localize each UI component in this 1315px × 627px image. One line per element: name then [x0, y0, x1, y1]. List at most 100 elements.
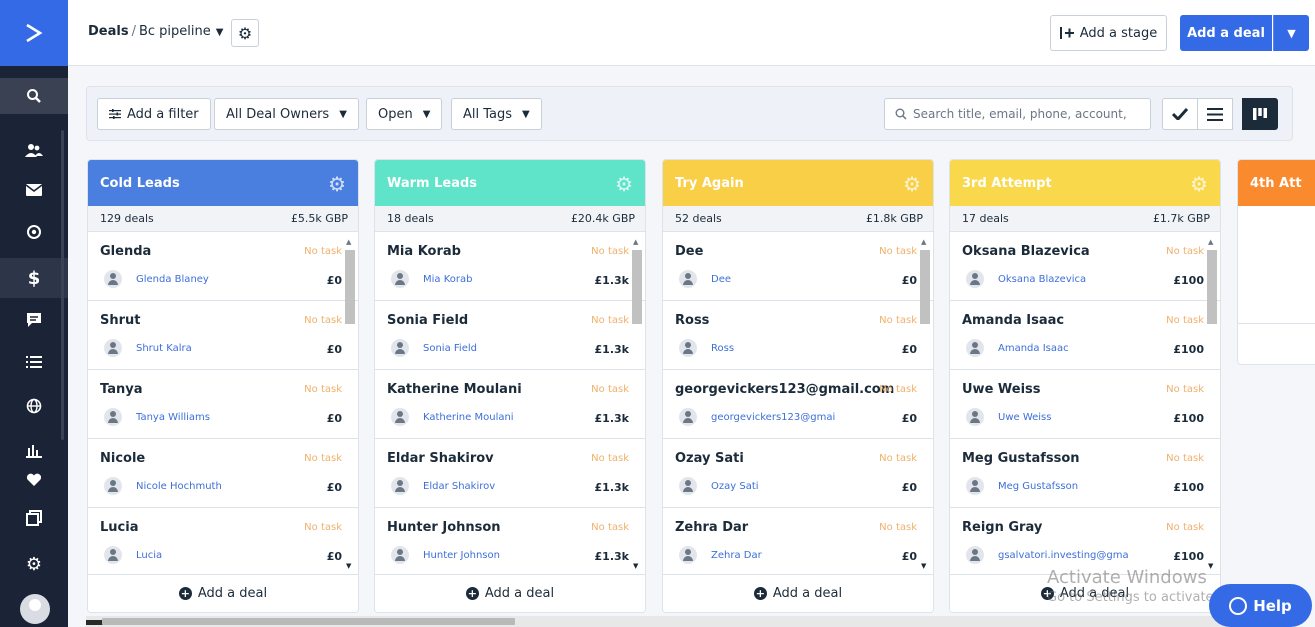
add-stage-button[interactable]: Add a stage — [1050, 15, 1167, 51]
scroll-down-arrow-icon[interactable]: ▼ — [633, 562, 638, 570]
contact-link[interactable]: Mia Korab — [423, 274, 472, 285]
scroll-up-arrow-icon[interactable]: ▲ — [346, 238, 351, 246]
contact-link[interactable]: Oksana Blazevica — [998, 274, 1086, 285]
deal-title[interactable]: Lucia — [100, 520, 138, 535]
column-gear-icon[interactable]: ⚙ — [903, 172, 921, 196]
deal-card[interactable]: Katherine Moulani No task Katherine Moulan… — [375, 370, 645, 439]
deal-card[interactable]: Zehra Dar No task Zehra Dar £0 — [663, 508, 933, 577]
scroll-thumb[interactable] — [102, 618, 515, 625]
task-status[interactable]: No task — [1166, 384, 1204, 395]
conversations-icon[interactable] — [0, 302, 68, 338]
deal-title[interactable]: Ross — [675, 313, 709, 328]
deal-card[interactable]: Uwe Weiss No task Uwe Weiss £100 — [950, 370, 1220, 439]
scroll-up-arrow-icon[interactable]: ▲ — [921, 238, 926, 246]
deal-card[interactable]: Tanya No task Tanya Williams £0 — [88, 370, 358, 439]
deal-title[interactable]: Sonia Field — [387, 313, 468, 328]
contact-link[interactable]: Uwe Weiss — [998, 412, 1051, 423]
search-icon[interactable] — [0, 78, 68, 114]
deal-title[interactable]: Shrut — [100, 313, 141, 328]
task-status[interactable]: No task — [879, 384, 917, 395]
deal-title[interactable]: Reign Gray — [962, 520, 1042, 535]
column-scrollbar[interactable]: ▲ ▼ — [920, 238, 930, 570]
contact-link[interactable]: Shrut Kalra — [136, 343, 192, 354]
column-title[interactable]: Cold Leads — [100, 176, 180, 191]
column-gear-icon[interactable]: ⚙ — [615, 172, 633, 196]
add-deal-footer-button[interactable]: + Add a deal — [663, 574, 933, 612]
heart-icon[interactable] — [0, 462, 68, 498]
task-status[interactable]: No task — [304, 522, 342, 533]
contact-link[interactable]: Nicole Hochmuth — [136, 481, 222, 492]
deal-card[interactable]: Dee No task Dee £0 — [663, 232, 933, 301]
contact-link[interactable]: Meg Gustafsson — [998, 481, 1078, 492]
view-list-button[interactable] — [1197, 98, 1233, 130]
deal-card[interactable]: Sonia Field No task Sonia Field £1.3k — [375, 301, 645, 370]
task-status[interactable]: No task — [879, 453, 917, 464]
envelope-icon[interactable] — [0, 172, 68, 208]
logo-chevron-icon[interactable] — [0, 0, 68, 66]
contact-link[interactable]: Dee — [711, 274, 731, 285]
deal-card[interactable]: Shrut No task Shrut Kalra £0 — [88, 301, 358, 370]
contact-link[interactable]: Hunter Johnson — [423, 550, 500, 561]
caret-down-icon[interactable]: ▼ — [216, 27, 224, 38]
add-filter-button[interactable]: Add a filter — [97, 98, 211, 130]
add-deal-dropdown-caret-icon[interactable]: ▼ — [1273, 15, 1309, 51]
deal-card[interactable]: Lucia No task Lucia £0 — [88, 508, 358, 577]
task-status[interactable]: No task — [304, 453, 342, 464]
tags-dropdown[interactable]: All Tags ▼ — [451, 98, 542, 130]
breadcrumb-deals[interactable]: Deals — [88, 24, 129, 39]
deal-card[interactable]: Eldar Shakirov No task Eldar Shakirov £1.3k — [375, 439, 645, 508]
deal-title[interactable]: Eldar Shakirov — [387, 451, 494, 466]
column-scrollbar[interactable]: ▲ ▼ — [632, 238, 642, 570]
contact-link[interactable]: Ozay Sati — [711, 481, 759, 492]
pipeline-settings-button[interactable]: ⚙ — [231, 19, 259, 47]
contact-link[interactable]: Lucia — [136, 550, 162, 561]
contact-link[interactable]: Zehra Dar — [711, 550, 762, 561]
deal-card[interactable]: Meg Gustafsson No task Meg Gustafsson £100 — [950, 439, 1220, 508]
scroll-thumb[interactable] — [632, 250, 642, 324]
settings-gear-icon[interactable]: ⚙ — [0, 546, 68, 582]
contact-link[interactable]: georgevickers123@gmai — [711, 412, 835, 423]
lists-icon[interactable] — [0, 344, 68, 380]
add-deal-footer-button[interactable]: + Add a deal — [375, 574, 645, 612]
deal-title[interactable]: Ozay Sati — [675, 451, 744, 466]
contact-link[interactable]: Amanda Isaac — [998, 343, 1069, 354]
task-status[interactable]: No task — [1166, 522, 1204, 533]
deals-dollar-icon[interactable]: $ — [0, 258, 68, 298]
deal-title[interactable]: Mia Korab — [387, 244, 461, 259]
scroll-down-arrow-icon[interactable]: ▼ — [921, 562, 926, 570]
column-gear-icon[interactable]: ⚙ — [328, 172, 346, 196]
task-status[interactable]: No task — [879, 315, 917, 326]
task-status[interactable]: No task — [591, 246, 629, 257]
task-status[interactable]: No task — [879, 246, 917, 257]
deal-title[interactable]: georgevickers123@gmail.com — [675, 382, 894, 397]
deal-title[interactable]: Uwe Weiss — [962, 382, 1041, 397]
scroll-up-arrow-icon[interactable]: ▲ — [1208, 238, 1213, 246]
column-gear-icon[interactable]: ⚙ — [1190, 172, 1208, 196]
deal-title[interactable]: Katherine Moulani — [387, 382, 522, 397]
deal-card[interactable]: Glenda No task Glenda Blaney £0 — [88, 232, 358, 301]
deal-card[interactable]: Hunter Johnson No task Hunter Johnson £1.3k — [375, 508, 645, 577]
view-kanban-button[interactable] — [1242, 98, 1278, 130]
board-horizontal-scrollbar[interactable] — [86, 616, 1293, 627]
deal-title[interactable]: Amanda Isaac — [962, 313, 1064, 328]
add-deal-footer-button[interactable]: + Add a deal — [88, 574, 358, 612]
scroll-up-arrow-icon[interactable]: ▲ — [633, 238, 638, 246]
scroll-down-arrow-icon[interactable]: ▼ — [346, 562, 351, 570]
view-checkmark-button[interactable] — [1162, 98, 1198, 130]
deal-card[interactable]: Ross No task Ross £0 — [663, 301, 933, 370]
task-status[interactable]: No task — [304, 384, 342, 395]
contacts-icon[interactable] — [0, 133, 68, 169]
column-title[interactable]: Try Again — [675, 176, 744, 191]
task-status[interactable]: No task — [304, 246, 342, 257]
column-scrollbar[interactable]: ▲ ▼ — [345, 238, 355, 570]
deal-title[interactable]: Hunter Johnson — [387, 520, 501, 535]
search-box[interactable] — [884, 98, 1151, 130]
contact-link[interactable]: Ross — [711, 343, 734, 354]
contact-link[interactable]: gsalvatori.investing@gma — [998, 550, 1129, 561]
task-status[interactable]: No task — [591, 315, 629, 326]
column-title[interactable]: 4th Att — [1250, 176, 1302, 191]
scroll-thumb[interactable] — [345, 250, 355, 324]
task-status[interactable]: No task — [304, 315, 342, 326]
globe-icon[interactable] — [0, 388, 68, 424]
search-input[interactable] — [913, 107, 1133, 121]
